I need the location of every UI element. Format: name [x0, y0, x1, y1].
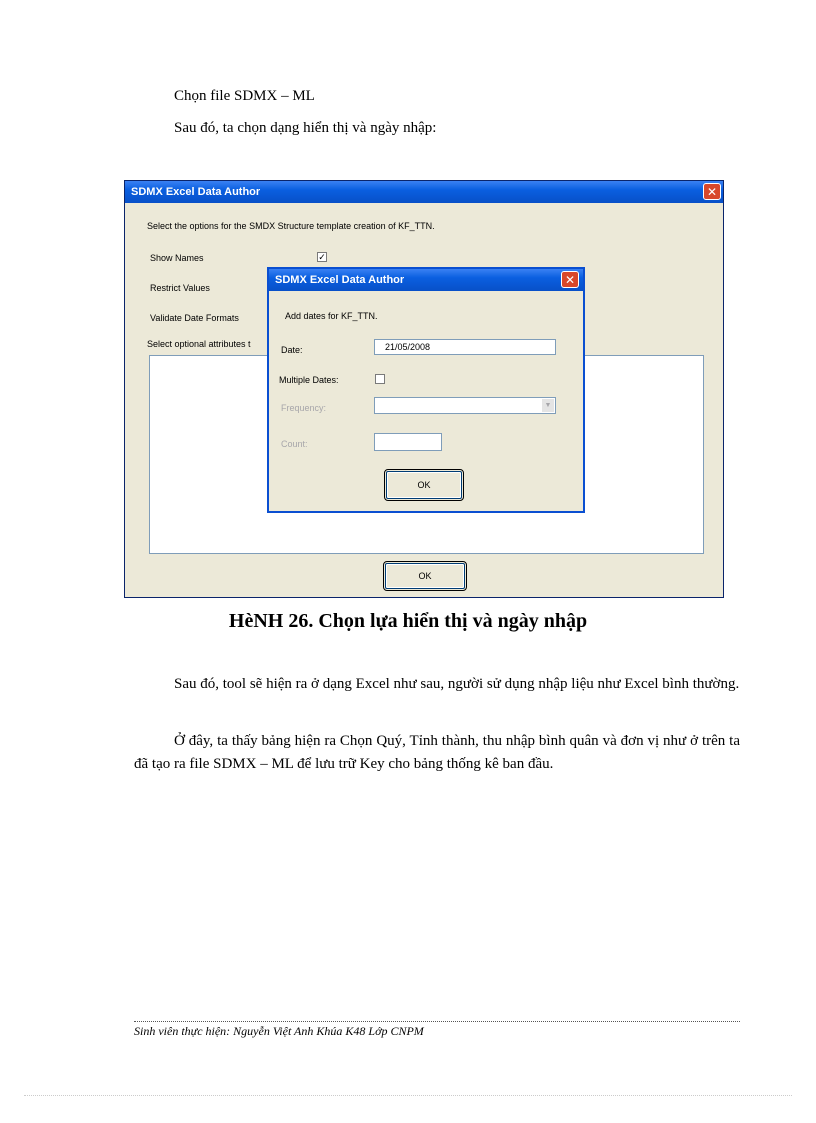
figure-caption: HèNH 26. Chọn lựa hiển thị và ngày nhập [228, 610, 588, 632]
chevron-down-icon[interactable]: ▼ [542, 399, 554, 412]
outer-close-icon[interactable]: ✕ [703, 183, 721, 200]
inner-description: Add dates for KF_TTN. [285, 311, 378, 321]
date-label: Date: [281, 345, 303, 355]
validate-date-formats-label: Validate Date Formats [150, 313, 239, 323]
screenshot-outer-window: SDMX Excel Data Author ✕ Select the opti… [124, 180, 724, 598]
outer-description: Select the options for the SMDX Structur… [147, 221, 435, 231]
screenshot-inner-dialog: SDMX Excel Data Author ✕ Add dates for K… [267, 267, 585, 513]
show-names-checkbox[interactable]: ✓ [317, 252, 327, 262]
intro-line-1: Chọn file SDMX – ML [174, 88, 315, 104]
multiple-dates-checkbox[interactable] [375, 374, 385, 384]
optional-attributes-label: Select optional attributes t [147, 339, 251, 349]
intro-line-2: Sau đó, ta chọn dạng hiển thị và ngày nh… [174, 120, 437, 136]
count-label: Count: [281, 439, 308, 449]
count-input[interactable] [374, 433, 442, 451]
restrict-values-label: Restrict Values [150, 283, 210, 293]
inner-close-icon[interactable]: ✕ [561, 271, 579, 288]
inner-title: SDMX Excel Data Author [275, 274, 405, 286]
page-bottom-divider [24, 1095, 792, 1096]
show-names-label: Show Names [150, 253, 204, 263]
footer-text: Sinh viên thực hiện: Nguyễn Việt Anh Khú… [134, 1024, 424, 1038]
frequency-select[interactable]: ▼ [374, 397, 556, 414]
date-input[interactable]: 21/05/2008 [374, 339, 556, 355]
body-paragraph-1: Sau đó, tool sẽ hiện ra ở dạng Excel như… [174, 676, 740, 692]
inner-titlebar: SDMX Excel Data Author [269, 269, 583, 291]
multiple-dates-label: Multiple Dates: [279, 375, 339, 385]
outer-title: SDMX Excel Data Author [131, 186, 261, 198]
body-paragraph-2: Ở đây, ta thấy bảng hiện ra Chọn Quý, Tỉ… [134, 733, 740, 772]
outer-titlebar: SDMX Excel Data Author [125, 181, 723, 203]
outer-ok-button[interactable]: OK [383, 561, 467, 591]
inner-ok-button[interactable]: OK [384, 469, 464, 501]
footer-divider [134, 1021, 740, 1022]
frequency-label: Frequency: [281, 403, 327, 413]
